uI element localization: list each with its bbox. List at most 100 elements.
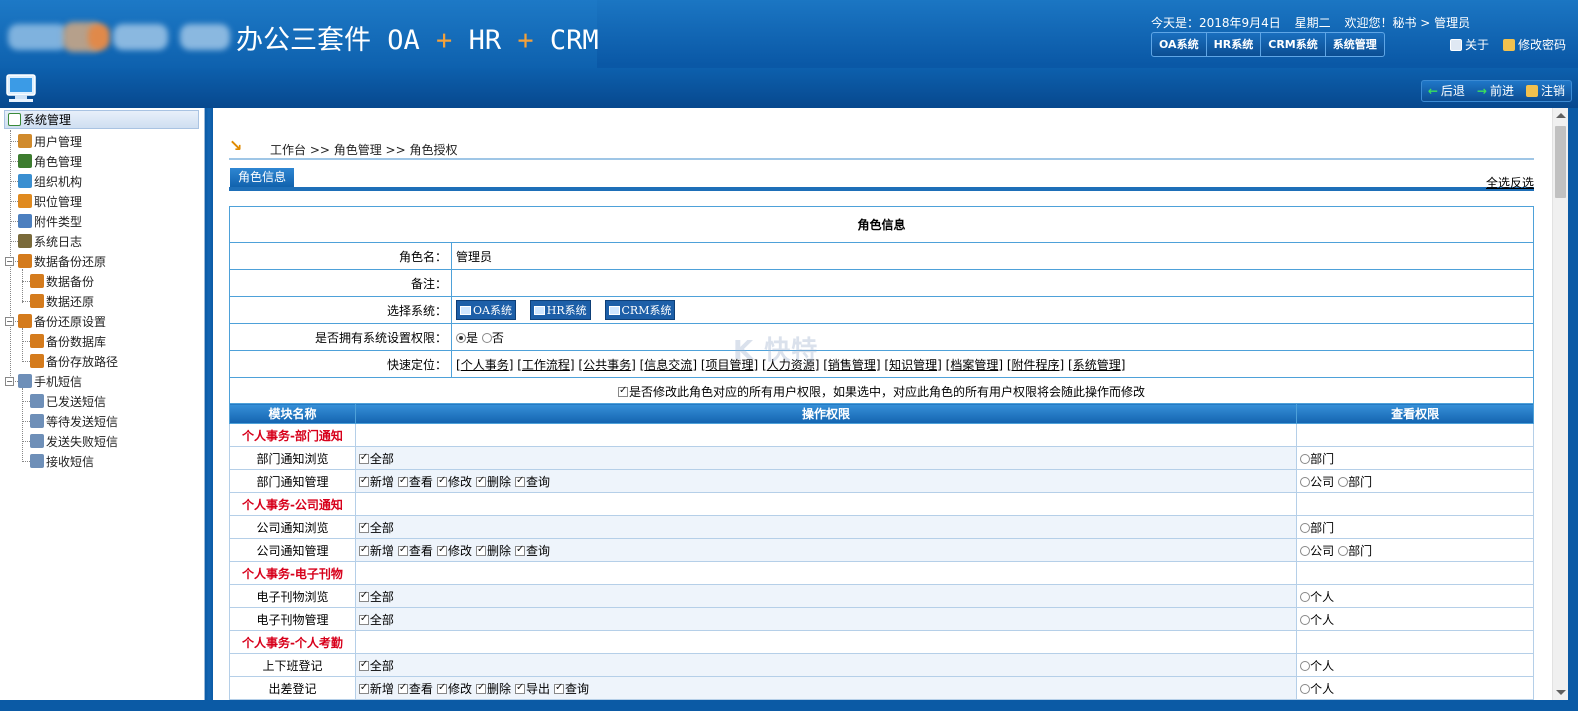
radio-yes[interactable] (456, 332, 466, 343)
quick-link[interactable]: [公共事务] (578, 358, 639, 372)
about-link[interactable]: 关于 (1450, 36, 1489, 53)
checkbox[interactable] (358, 590, 369, 602)
checkbox[interactable] (358, 521, 369, 533)
sidebar-item[interactable]: 组织机构 (18, 172, 82, 190)
operation-checkbox[interactable]: 全部 (358, 521, 394, 535)
view-radio[interactable]: 个人 (1300, 682, 1334, 696)
view-radio[interactable]: 部门 (1300, 452, 1334, 466)
logout-button[interactable]: 注销 (1520, 81, 1571, 101)
operation-checkbox[interactable]: 全部 (358, 659, 394, 673)
checkbox[interactable] (397, 475, 408, 487)
quick-link[interactable]: [销售管理] (823, 358, 884, 372)
radio[interactable] (1300, 453, 1311, 464)
operation-checkbox[interactable]: 查询 (553, 682, 589, 696)
system-badge-oa[interactable]: OA系统 (456, 300, 516, 320)
radio[interactable] (1300, 614, 1311, 625)
sidebar-item[interactable]: 数据还原 (30, 292, 94, 310)
sidebar-item[interactable]: 数据备份 (30, 272, 94, 290)
checkbox[interactable] (358, 452, 369, 464)
radio[interactable] (1338, 476, 1349, 487)
radio[interactable] (1300, 660, 1311, 671)
radio[interactable] (1300, 522, 1311, 533)
scroll-down-arrow-icon[interactable] (1556, 690, 1566, 695)
tab-oa-system[interactable]: OA系统 (1152, 33, 1207, 56)
operation-checkbox[interactable]: 修改 (436, 475, 472, 489)
sidebar-item[interactable]: 角色管理 (18, 152, 82, 170)
sidebar-item[interactable]: 接收短信 (30, 452, 94, 470)
change-password-link[interactable]: 修改密码 (1503, 36, 1566, 53)
quick-link[interactable]: [信息交流] (640, 358, 701, 372)
modify-users-checkbox[interactable] (617, 385, 628, 397)
operation-checkbox[interactable]: 修改 (436, 544, 472, 558)
quick-link[interactable]: [个人事务] (456, 358, 517, 372)
checkbox[interactable] (514, 682, 525, 694)
checkbox[interactable] (358, 475, 369, 487)
radio[interactable] (1300, 591, 1311, 602)
operation-checkbox[interactable]: 删除 (475, 544, 511, 558)
view-radio[interactable]: 部门 (1300, 521, 1334, 535)
quick-link[interactable]: [系统管理] (1068, 358, 1125, 372)
checkbox[interactable] (436, 544, 447, 556)
operation-checkbox[interactable]: 查询 (514, 475, 550, 489)
operation-checkbox[interactable]: 新增 (358, 544, 394, 558)
view-radio[interactable]: 个人 (1300, 590, 1334, 604)
checkbox[interactable] (358, 544, 369, 556)
checkbox[interactable] (358, 659, 369, 671)
radio[interactable] (1300, 683, 1311, 694)
operation-checkbox[interactable]: 全部 (358, 590, 394, 604)
checkbox[interactable] (358, 682, 369, 694)
sidebar-item[interactable]: 发送失败短信 (30, 432, 118, 450)
operation-checkbox[interactable]: 修改 (436, 682, 472, 696)
checkbox[interactable] (514, 544, 525, 556)
collapse-toggle-icon[interactable]: − (5, 317, 14, 326)
view-radio[interactable]: 个人 (1300, 659, 1334, 673)
view-radio[interactable]: 部门 (1338, 475, 1372, 489)
select-all-toggle-link[interactable]: 全选反选 (1486, 174, 1534, 191)
operation-checkbox[interactable]: 新增 (358, 682, 394, 696)
sidebar-item[interactable]: 系统日志 (18, 232, 82, 250)
forward-button[interactable]: → 前进 (1471, 81, 1520, 101)
checkbox[interactable] (475, 544, 486, 556)
view-radio[interactable]: 部门 (1338, 544, 1372, 558)
radio[interactable] (1300, 545, 1311, 556)
checkbox[interactable] (514, 475, 525, 487)
operation-checkbox[interactable]: 全部 (358, 452, 394, 466)
system-badge-crm[interactable]: CRM系统 (604, 300, 676, 320)
sidebar-item[interactable]: 用户管理 (18, 132, 82, 150)
sidebar-item[interactable]: 备份还原设置 (18, 312, 106, 330)
scroll-up-arrow-icon[interactable] (1556, 113, 1566, 118)
sidebar-item[interactable]: 数据备份还原 (18, 252, 106, 270)
tab-hr-system[interactable]: HR系统 (1207, 33, 1262, 56)
remark-value[interactable] (451, 269, 1534, 297)
sidebar-item[interactable]: 手机短信 (18, 372, 82, 390)
sidebar-item[interactable]: 职位管理 (18, 192, 82, 210)
checkbox[interactable] (475, 682, 486, 694)
operation-checkbox[interactable]: 查看 (397, 682, 433, 696)
system-badge-hr[interactable]: HR系统 (529, 300, 591, 320)
radio-no[interactable] (481, 332, 492, 343)
splitter[interactable] (205, 108, 213, 711)
quick-link[interactable]: [档案管理] (946, 358, 1007, 372)
operation-checkbox[interactable]: 查询 (514, 544, 550, 558)
operation-checkbox[interactable]: 查看 (397, 475, 433, 489)
radio[interactable] (1300, 476, 1311, 487)
sidebar-item[interactable]: 已发送短信 (30, 392, 106, 410)
sidebar-item[interactable]: 附件类型 (18, 212, 82, 230)
sidebar-root-system-management[interactable]: 系统管理 (4, 110, 199, 129)
operation-checkbox[interactable]: 查看 (397, 544, 433, 558)
back-button[interactable]: ← 后退 (1422, 81, 1471, 101)
view-radio[interactable]: 个人 (1300, 613, 1334, 627)
scrollbar-thumb[interactable] (1555, 126, 1566, 198)
quick-link[interactable]: [工作流程] (517, 358, 578, 372)
view-radio[interactable]: 公司 (1300, 544, 1334, 558)
operation-checkbox[interactable]: 全部 (358, 613, 394, 627)
checkbox[interactable] (397, 682, 408, 694)
tab-system-management[interactable]: 系统管理 (1326, 33, 1384, 56)
checkbox[interactable] (553, 682, 564, 694)
quick-link[interactable]: [附件程序] (1007, 358, 1068, 372)
checkbox[interactable] (475, 475, 486, 487)
checkbox[interactable] (358, 613, 369, 625)
sidebar-item[interactable]: 备份存放路径 (30, 352, 118, 370)
checkbox[interactable] (436, 682, 447, 694)
view-radio[interactable]: 公司 (1300, 475, 1334, 489)
